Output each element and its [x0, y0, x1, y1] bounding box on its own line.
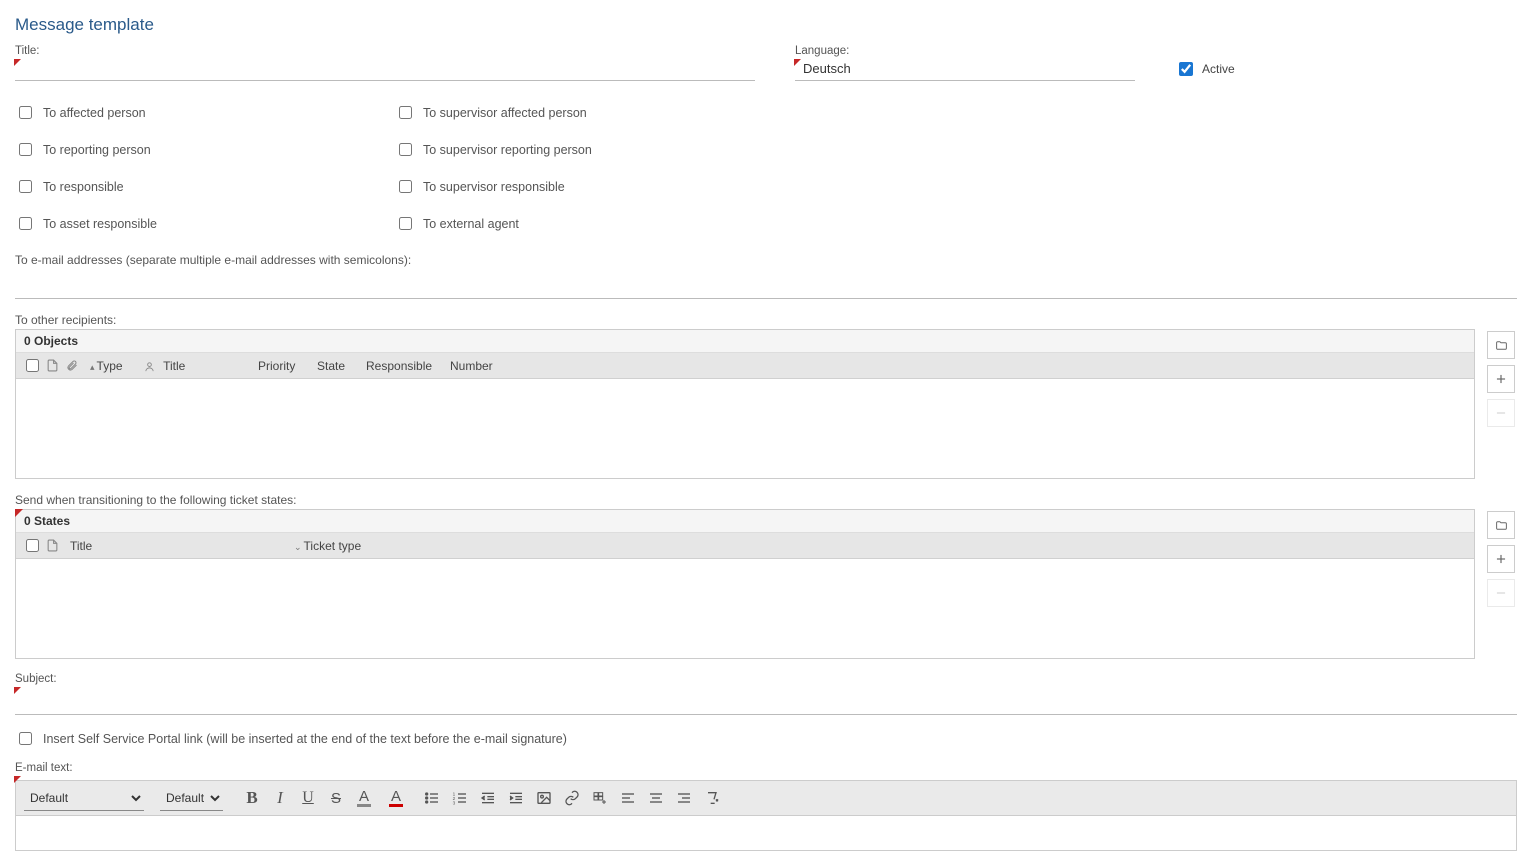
- language-select[interactable]: [795, 57, 1135, 81]
- person-icon: [144, 361, 160, 372]
- clear-format-button[interactable]: [699, 785, 725, 811]
- align-right-button[interactable]: [671, 785, 697, 811]
- required-marker-icon: [794, 59, 801, 66]
- active-label: Active: [1202, 62, 1235, 76]
- underline-button[interactable]: U: [295, 785, 321, 811]
- select-all-states-checkbox[interactable]: [26, 539, 39, 552]
- subject-label: Subject:: [15, 673, 1517, 685]
- page-title: Message template: [15, 15, 1517, 35]
- to-supervisor-affected-label: To supervisor affected person: [423, 106, 587, 120]
- attachment-icon: [64, 360, 80, 372]
- language-label: Language:: [795, 45, 1135, 57]
- states-table: 0 States Title ⌄Ticket type: [15, 509, 1475, 659]
- sort-asc-icon[interactable]: ▴: [90, 362, 95, 372]
- browse-recipients-button[interactable]: [1487, 331, 1515, 359]
- states-count: 0 States: [16, 510, 1474, 533]
- outdent-button[interactable]: [475, 785, 501, 811]
- to-external-agent-label: To external agent: [423, 217, 519, 231]
- editor-toolbar: Default Default B I U S A A 123: [15, 780, 1517, 815]
- email-text-editor[interactable]: [15, 815, 1517, 851]
- email-addresses-input[interactable]: [15, 271, 1517, 299]
- col-type[interactable]: Type: [97, 359, 123, 373]
- sort-icon[interactable]: ⌄: [294, 542, 302, 552]
- other-recipients-count: 0 Objects: [16, 330, 1474, 353]
- insert-table-button[interactable]: [587, 785, 613, 811]
- add-state-button[interactable]: [1487, 545, 1515, 573]
- to-affected-checkbox[interactable]: [19, 106, 32, 119]
- to-asset-responsible-label: To asset responsible: [43, 217, 157, 231]
- insert-ssp-link-checkbox[interactable]: [19, 732, 32, 745]
- insert-image-button[interactable]: [531, 785, 557, 811]
- required-marker-icon: [14, 59, 21, 66]
- col-priority[interactable]: Priority: [252, 359, 307, 373]
- to-asset-responsible-checkbox[interactable]: [19, 217, 32, 230]
- font-size-select[interactable]: Default: [160, 786, 223, 811]
- col-responsible[interactable]: Responsible: [360, 359, 440, 373]
- col-ticket-type[interactable]: Ticket type: [304, 539, 362, 553]
- insert-link-button[interactable]: [559, 785, 585, 811]
- to-reporting-checkbox[interactable]: [19, 143, 32, 156]
- select-all-recipients-checkbox[interactable]: [26, 359, 39, 372]
- col-state-title[interactable]: Title: [64, 539, 284, 553]
- ordered-list-button[interactable]: 123: [447, 785, 473, 811]
- subject-input[interactable]: [15, 687, 1517, 715]
- indent-button[interactable]: [503, 785, 529, 811]
- to-supervisor-responsible-label: To supervisor responsible: [423, 180, 565, 194]
- to-reporting-label: To reporting person: [43, 143, 151, 157]
- title-label: Title:: [15, 45, 755, 57]
- active-checkbox[interactable]: [1179, 62, 1193, 76]
- to-supervisor-reporting-label: To supervisor reporting person: [423, 143, 592, 157]
- to-supervisor-affected-checkbox[interactable]: [399, 106, 412, 119]
- insert-ssp-link-label: Insert Self Service Portal link (will be…: [43, 732, 567, 746]
- col-number[interactable]: Number: [444, 359, 504, 373]
- to-affected-label: To affected person: [43, 106, 146, 120]
- browse-states-button[interactable]: [1487, 511, 1515, 539]
- align-center-button[interactable]: [643, 785, 669, 811]
- add-recipient-button[interactable]: [1487, 365, 1515, 393]
- font-family-select[interactable]: Default: [24, 786, 144, 811]
- font-color-button[interactable]: A: [379, 785, 405, 811]
- required-marker-icon: [14, 776, 21, 783]
- email-text-label: E-mail text:: [15, 762, 1517, 774]
- col-title[interactable]: Title: [163, 359, 185, 373]
- highlight-color-button[interactable]: A: [351, 785, 377, 811]
- to-responsible-checkbox[interactable]: [19, 180, 32, 193]
- document-icon: [44, 539, 60, 552]
- to-supervisor-responsible-checkbox[interactable]: [399, 180, 412, 193]
- col-state[interactable]: State: [311, 359, 356, 373]
- strikethrough-button[interactable]: S: [323, 785, 349, 811]
- required-marker-icon: [14, 687, 21, 694]
- other-recipients-label: To other recipients:: [15, 313, 1517, 327]
- other-recipients-table: 0 Objects ▴Type Title Priority State Res…: [15, 329, 1475, 479]
- remove-recipient-button[interactable]: [1487, 399, 1515, 427]
- unordered-list-button[interactable]: [419, 785, 445, 811]
- svg-text:3: 3: [453, 801, 456, 806]
- email-addresses-label: To e-mail addresses (separate multiple e…: [15, 253, 1517, 267]
- to-external-agent-checkbox[interactable]: [399, 217, 412, 230]
- to-supervisor-reporting-checkbox[interactable]: [399, 143, 412, 156]
- states-label: Send when transitioning to the following…: [15, 493, 1517, 507]
- align-left-button[interactable]: [615, 785, 641, 811]
- document-icon: [44, 359, 60, 372]
- required-marker-icon: [15, 509, 23, 517]
- to-responsible-label: To responsible: [43, 180, 124, 194]
- remove-state-button[interactable]: [1487, 579, 1515, 607]
- italic-button[interactable]: I: [267, 785, 293, 811]
- bold-button[interactable]: B: [239, 785, 265, 811]
- title-input[interactable]: [15, 57, 755, 81]
